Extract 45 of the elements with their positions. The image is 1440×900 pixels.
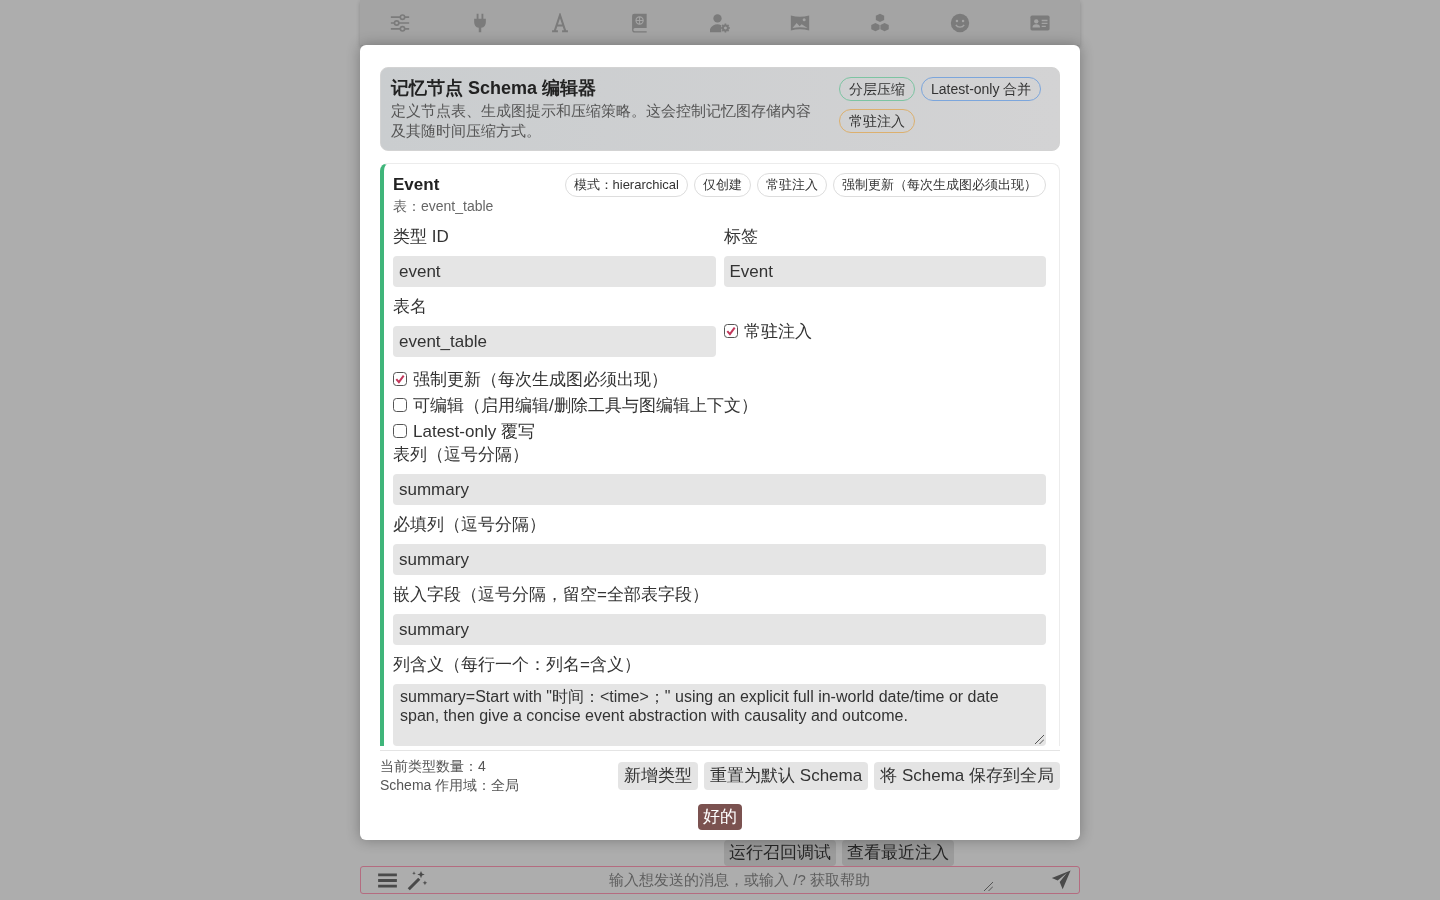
checkbox[interactable] bbox=[393, 398, 407, 412]
checkbox[interactable] bbox=[723, 324, 738, 338]
sliders-icon[interactable] bbox=[390, 12, 410, 33]
footer-button[interactable]: 重置为默认 Schema bbox=[704, 762, 869, 790]
field-label: 嵌入字段（逗号分隔，留空=全部表字段） bbox=[393, 584, 710, 606]
footer-button[interactable]: 将 Schema 保存到全局 bbox=[874, 762, 1060, 790]
dialog-description: 定义节点表、生成图提示和压缩策略。这会控制记忆图存储内容及其随时间压缩方式。 bbox=[391, 101, 812, 141]
dialog-title: 记忆节点 Schema 编辑器 bbox=[391, 77, 598, 99]
checkbox[interactable] bbox=[393, 372, 407, 386]
checkbox-label[interactable]: Latest-only 覆写 bbox=[413, 419, 535, 443]
textarea-field[interactable]: summary=Start with "时间：<time>；" using an explicit full in-world date/time or date span, then give a concise event abstraction with causality and outcome. bbox=[393, 684, 1046, 746]
footer-button[interactable]: 新增类型 bbox=[618, 762, 699, 790]
field-label: 列含义（每行一个：列名=含义） bbox=[393, 654, 642, 676]
text-input[interactable]: summary bbox=[393, 474, 1046, 505]
user-gear-icon[interactable] bbox=[710, 12, 730, 33]
checkbox-label[interactable]: 可编辑（启用编辑/删除工具与图编辑上下文） bbox=[413, 393, 758, 417]
field-label: 表列（逗号分隔） bbox=[393, 444, 530, 466]
text-input[interactable]: Event bbox=[723, 256, 1046, 287]
resize-grip-icon[interactable] bbox=[1035, 735, 1044, 744]
text-input[interactable]: summary bbox=[393, 544, 1046, 575]
checkbox-label[interactable]: 强制更新（每次生成图必须出现） bbox=[413, 367, 668, 391]
checkbox[interactable] bbox=[393, 424, 407, 438]
send-icon[interactable] bbox=[1051, 870, 1071, 890]
field-label: 类型 ID bbox=[393, 226, 450, 248]
text-input[interactable]: event_table bbox=[393, 326, 716, 357]
field-label: 表名 bbox=[393, 296, 428, 318]
text-input[interactable]: event bbox=[393, 256, 716, 287]
magic-wand-icon[interactable] bbox=[407, 869, 428, 891]
menu-icon[interactable] bbox=[378, 872, 397, 888]
footer-info-text: Schema 作用域：全局 bbox=[380, 776, 520, 795]
node-tag: 常驻注入 bbox=[757, 173, 827, 197]
field-label: 标签 bbox=[723, 226, 759, 248]
table-name-text: 表：event_table bbox=[393, 197, 494, 215]
footer-info-text: 当前类型数量：4 bbox=[380, 757, 487, 776]
text-input[interactable]: summary bbox=[393, 614, 1046, 645]
checkbox-label[interactable]: 常驻注入 bbox=[743, 319, 812, 343]
action-button[interactable]: 运行召回调试 bbox=[724, 840, 836, 866]
ok-button[interactable]: 好的 bbox=[698, 804, 742, 830]
resize-grip-icon[interactable] bbox=[984, 882, 993, 891]
node-tag: 仅创建 bbox=[694, 173, 751, 197]
field-label: 必填列（逗号分隔） bbox=[393, 514, 547, 536]
node-tag: 强制更新（每次生成图必须出现） bbox=[833, 173, 1046, 197]
node-type-name: Event bbox=[393, 174, 441, 196]
node-tag: 模式：hierarchical bbox=[564, 173, 688, 197]
action-button[interactable]: 查看最近注入 bbox=[842, 840, 954, 866]
